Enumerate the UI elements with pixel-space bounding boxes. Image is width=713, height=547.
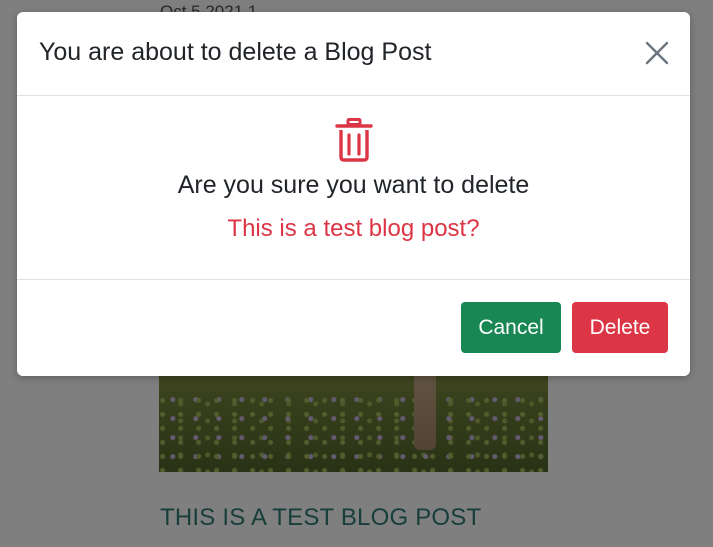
close-icon xyxy=(644,40,670,66)
target-post-title: This is a test blog post? xyxy=(227,215,480,242)
delete-button[interactable]: Delete xyxy=(572,302,668,353)
delete-confirmation-modal: You are about to delete a Blog Post Are … xyxy=(17,12,690,376)
confirm-text: Are you sure you want to delete xyxy=(177,171,530,199)
modal-body: Are you sure you want to delete This is … xyxy=(17,96,690,280)
trash-icon xyxy=(335,118,373,162)
modal-footer: Cancel Delete xyxy=(17,279,690,376)
modal-title: You are about to delete a Blog Post xyxy=(39,38,432,66)
modal-header: You are about to delete a Blog Post xyxy=(17,12,690,96)
close-button[interactable] xyxy=(644,40,670,66)
cancel-button[interactable]: Cancel xyxy=(461,302,561,353)
